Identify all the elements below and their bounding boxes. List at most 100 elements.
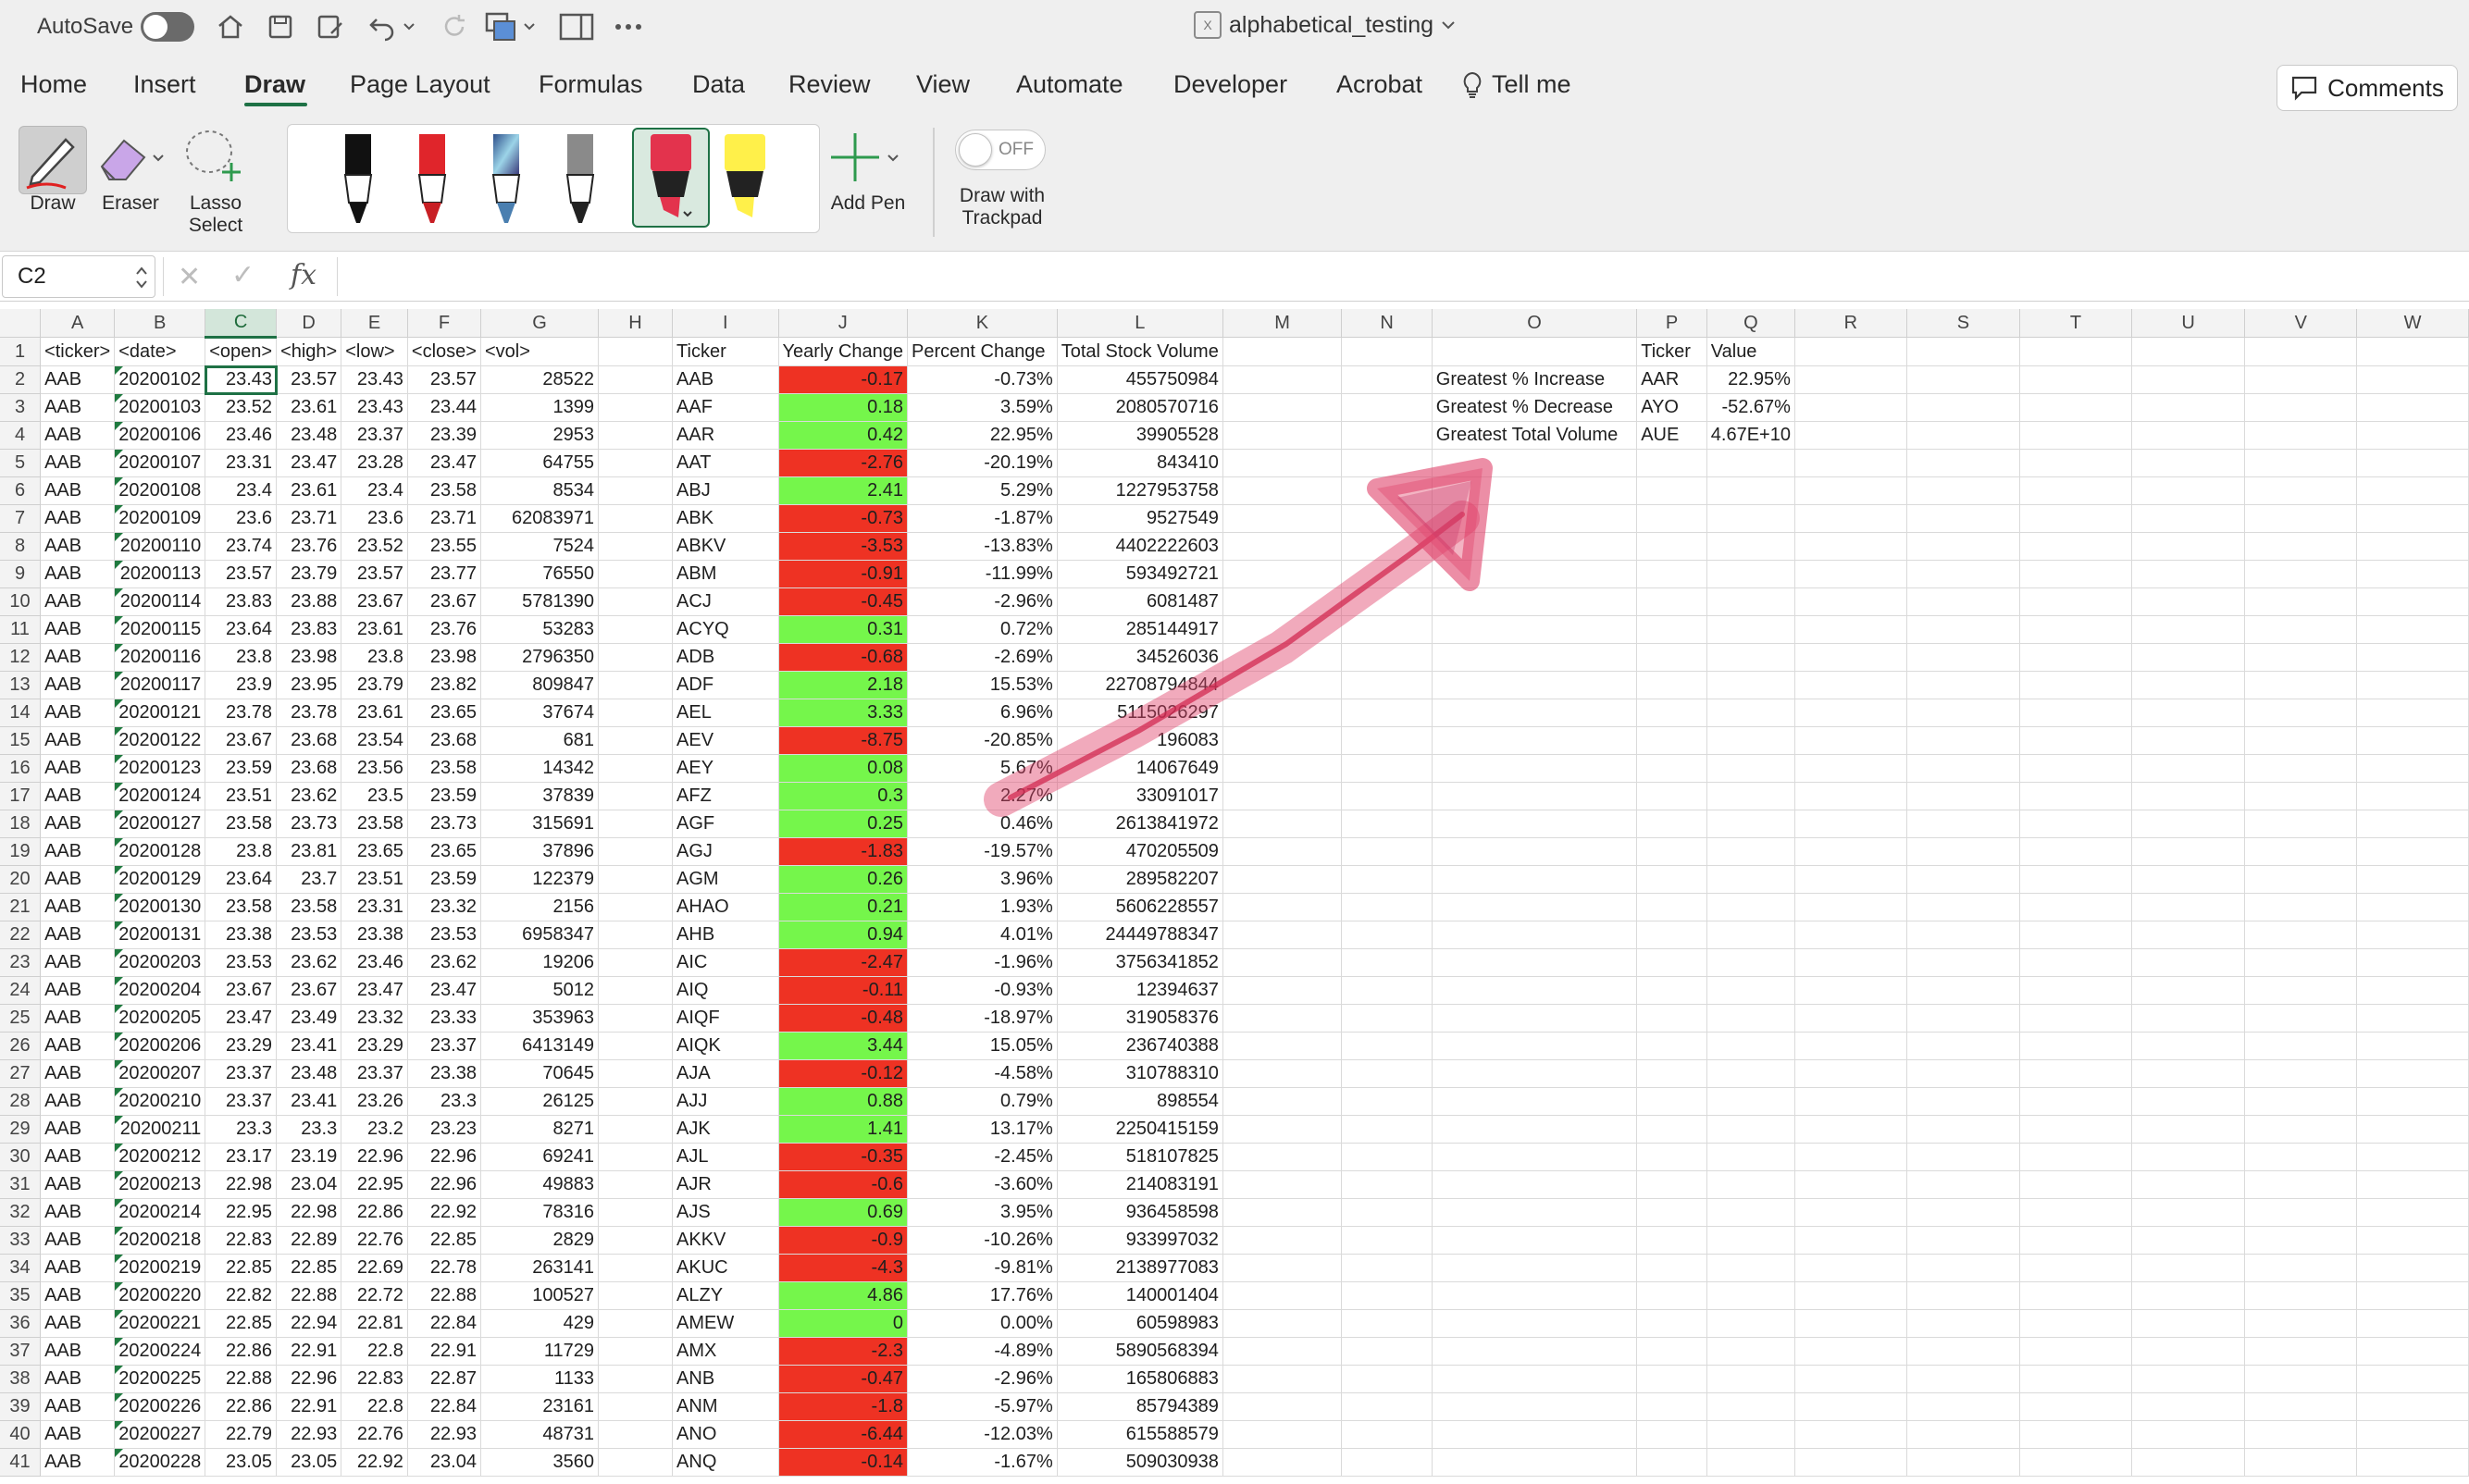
empty-cell[interactable] — [598, 1448, 674, 1477]
empty-cell[interactable] — [1706, 476, 1795, 505]
empty-cell[interactable] — [2356, 615, 2469, 644]
total-volume-cell[interactable]: 936458598 — [1057, 1198, 1223, 1227]
data-cell[interactable]: 23.31 — [341, 893, 408, 921]
row-header[interactable]: 15 — [0, 726, 42, 755]
empty-cell[interactable] — [2356, 1337, 2469, 1366]
total-volume-cell[interactable]: 843410 — [1057, 449, 1223, 477]
column-header-b[interactable]: B — [114, 309, 206, 338]
empty-cell[interactable] — [1222, 837, 1343, 866]
empty-cell[interactable] — [2019, 532, 2132, 561]
empty-cell[interactable] — [1706, 643, 1795, 672]
empty-cell[interactable] — [2019, 449, 2132, 477]
empty-cell[interactable] — [2244, 1309, 2358, 1338]
empty-cell[interactable] — [2356, 1365, 2469, 1393]
data-cell[interactable]: AAB — [40, 1032, 116, 1060]
data-cell[interactable]: AAB — [40, 393, 116, 422]
data-cell[interactable]: AAB — [40, 421, 116, 450]
data-cell[interactable]: 23.47 — [407, 976, 481, 1005]
data-cell[interactable]: 22.91 — [276, 1337, 342, 1366]
data-cell[interactable]: 23.43 — [204, 365, 278, 395]
empty-cell[interactable] — [1794, 1059, 1907, 1088]
data-cell[interactable]: 809847 — [480, 671, 599, 699]
empty-cell[interactable] — [1794, 1281, 1907, 1310]
data-cell[interactable]: 23.65 — [407, 837, 481, 866]
header-cell[interactable]: <close> — [407, 337, 481, 366]
data-cell[interactable]: 22.89 — [276, 1226, 342, 1255]
empty-cell[interactable] — [2019, 1226, 2132, 1255]
empty-cell[interactable] — [1432, 1392, 1638, 1421]
empty-cell[interactable] — [1906, 671, 2021, 699]
total-volume-cell[interactable]: 933997032 — [1057, 1226, 1223, 1255]
row-header[interactable]: 23 — [0, 948, 42, 977]
data-cell[interactable]: AAB — [40, 587, 116, 616]
tab-developer[interactable]: Developer — [1173, 70, 1287, 99]
pen-galaxy[interactable] — [478, 132, 534, 225]
data-cell[interactable]: 23.4 — [341, 476, 408, 505]
data-cell[interactable]: 20200214 — [114, 1198, 206, 1227]
data-cell[interactable]: 22.96 — [341, 1143, 408, 1171]
empty-cell[interactable] — [2019, 1170, 2132, 1199]
percent-change-cell[interactable]: 3.96% — [907, 865, 1058, 894]
empty-cell[interactable] — [598, 1281, 674, 1310]
ticker-cell[interactable]: AIC — [672, 948, 779, 977]
data-cell[interactable]: 20200106 — [114, 421, 206, 450]
row-header[interactable]: 22 — [0, 921, 42, 949]
empty-cell[interactable] — [2019, 976, 2132, 1005]
data-cell[interactable]: 23.38 — [205, 921, 278, 949]
empty-cell[interactable] — [1906, 921, 2021, 949]
empty-cell[interactable] — [598, 837, 674, 866]
empty-cell[interactable] — [598, 782, 674, 810]
column-header-c[interactable]: C — [205, 309, 278, 339]
empty-cell[interactable] — [1341, 504, 1433, 533]
empty-cell[interactable] — [1341, 893, 1433, 921]
row-header[interactable]: 11 — [0, 615, 42, 644]
header-cell[interactable]: <ticker> — [40, 337, 116, 366]
undo-icon[interactable] — [365, 9, 400, 44]
percent-change-cell[interactable]: -10.26% — [907, 1226, 1058, 1255]
empty-cell[interactable] — [598, 421, 674, 450]
empty-cell[interactable] — [1222, 1337, 1343, 1366]
empty-cell[interactable] — [2131, 699, 2246, 727]
empty-cell[interactable] — [2244, 1032, 2358, 1060]
header-cell[interactable]: <vol> — [480, 337, 599, 366]
percent-change-cell[interactable]: 5.29% — [907, 476, 1058, 505]
yearly-change-cell[interactable]: -1.8 — [778, 1392, 909, 1421]
data-cell[interactable]: 23.59 — [407, 782, 481, 810]
row-header[interactable]: 1 — [0, 337, 42, 366]
yearly-change-cell[interactable]: -0.11 — [778, 976, 909, 1005]
data-cell[interactable]: 353963 — [480, 1004, 599, 1033]
column-header-d[interactable]: D — [276, 309, 342, 338]
data-cell[interactable]: 22.76 — [341, 1420, 408, 1449]
yearly-change-cell[interactable]: -0.6 — [778, 1170, 909, 1199]
data-cell[interactable]: 49883 — [480, 1170, 599, 1199]
row-header[interactable]: 27 — [0, 1059, 42, 1088]
total-volume-cell[interactable]: 470205509 — [1057, 837, 1223, 866]
row-header[interactable]: 20 — [0, 865, 42, 894]
empty-cell[interactable] — [1432, 726, 1638, 755]
empty-cell[interactable] — [1906, 1420, 2021, 1449]
data-cell[interactable]: 22.84 — [407, 1309, 481, 1338]
ticker-cell[interactable]: ABK — [672, 504, 779, 533]
empty-cell[interactable] — [1906, 1198, 2021, 1227]
empty-cell[interactable] — [1906, 948, 2021, 977]
yearly-change-cell[interactable]: -3.53 — [778, 532, 909, 561]
empty-cell[interactable] — [2356, 1448, 2469, 1477]
summary-label-cell[interactable]: Greatest % Increase — [1432, 365, 1638, 394]
empty-cell[interactable] — [1432, 1170, 1638, 1199]
empty-cell[interactable] — [1341, 1170, 1433, 1199]
empty-cell[interactable] — [2019, 615, 2132, 644]
empty-cell[interactable] — [1222, 1115, 1343, 1144]
header-cell[interactable]: Ticker — [1636, 337, 1707, 366]
empty-cell[interactable] — [1432, 976, 1638, 1005]
empty-cell[interactable] — [598, 1226, 674, 1255]
empty-cell[interactable] — [1636, 1254, 1707, 1282]
empty-cell[interactable] — [1341, 1115, 1433, 1144]
empty-cell[interactable] — [1341, 476, 1433, 505]
empty-cell[interactable] — [1222, 587, 1343, 616]
percent-change-cell[interactable]: 17.76% — [907, 1281, 1058, 1310]
empty-cell[interactable] — [2356, 1170, 2469, 1199]
empty-cell[interactable] — [1906, 1032, 2021, 1060]
data-cell[interactable]: 20200131 — [114, 921, 206, 949]
empty-cell[interactable] — [2356, 393, 2469, 422]
draw-with-trackpad-toggle[interactable]: OFF — [955, 130, 1046, 170]
